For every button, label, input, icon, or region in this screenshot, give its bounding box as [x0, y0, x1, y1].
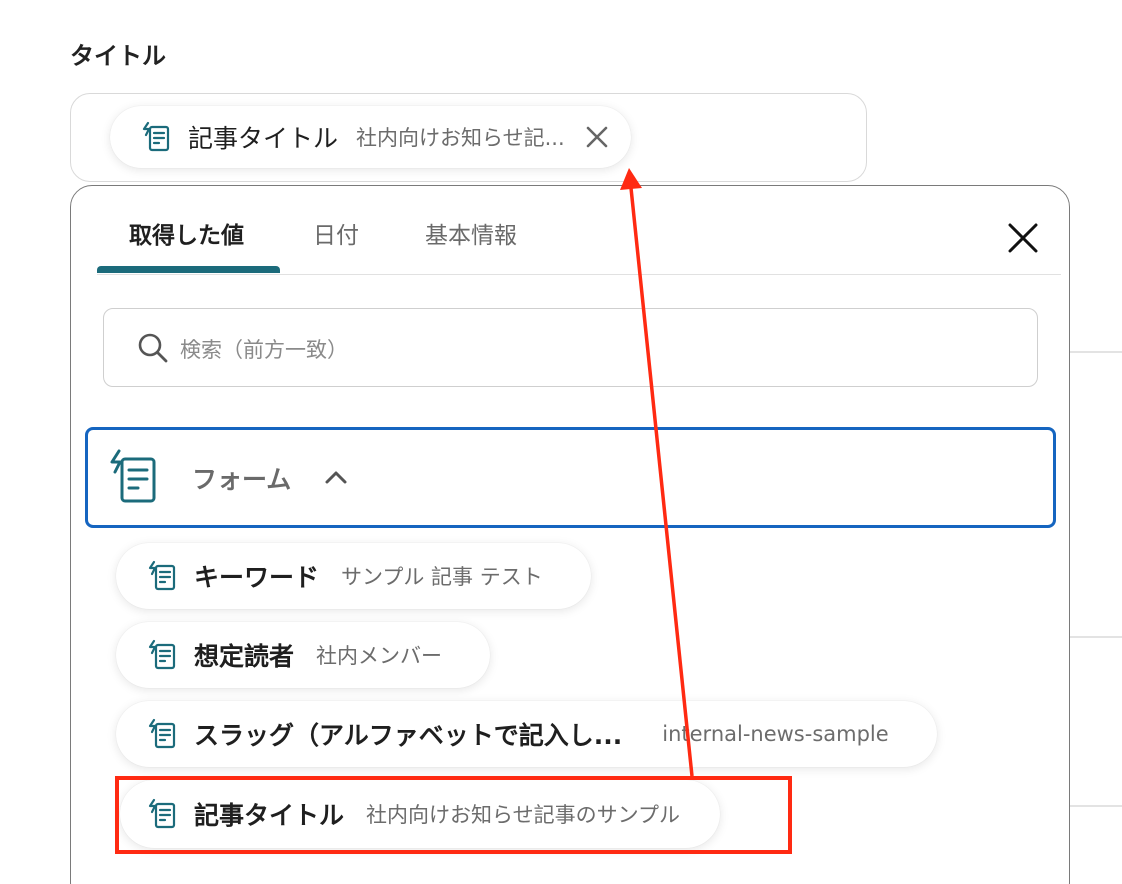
active-tab-indicator — [97, 266, 280, 273]
list-item[interactable]: キーワード サンプル 記事 テスト — [116, 543, 591, 609]
form-icon — [140, 120, 174, 154]
close-icon[interactable] — [1003, 218, 1043, 258]
item-name: スラッグ（アルファベットで記入し... — [194, 721, 623, 750]
chip-value: 社内向けお知らせ記... — [356, 126, 565, 150]
item-value: 社内メンバー — [316, 644, 443, 668]
tab-basic-info[interactable]: 基本情報 — [425, 216, 517, 250]
list-item[interactable]: 想定読者 社内メンバー — [116, 622, 491, 688]
selected-value-chip[interactable]: 記事タイトル 社内向けお知らせ記... — [110, 106, 631, 168]
search-input[interactable]: 検索（前方一致） — [103, 308, 1038, 387]
divider — [1070, 636, 1122, 638]
search-icon — [136, 331, 170, 365]
item-name: キーワード — [194, 563, 320, 592]
item-name: 想定読者 — [194, 642, 295, 671]
search-placeholder: 検索（前方一致） — [180, 338, 348, 362]
form-icon — [106, 447, 162, 507]
divider — [1070, 805, 1122, 807]
form-icon — [146, 638, 180, 672]
chevron-up-icon[interactable] — [324, 468, 348, 486]
item-value: サンプル 記事 テスト — [341, 565, 543, 589]
tab-bar: 取得した値 日付 基本情報 — [97, 186, 1061, 275]
item-value: internal-news-sample — [662, 722, 889, 746]
form-group-header[interactable]: フォーム — [85, 427, 1056, 528]
screen: タイトル 記事タイトル 社内向けお知らせ記... 取得した値 日付 基本情報 検… — [0, 0, 1122, 884]
chip-name: 記事タイトル — [188, 124, 339, 153]
list-item[interactable]: スラッグ（アルファベットで記入し... internal-news-sample — [116, 701, 937, 767]
field-label: タイトル — [70, 42, 166, 70]
group-label: フォーム — [192, 465, 292, 494]
tab-date[interactable]: 日付 — [313, 216, 359, 250]
close-icon[interactable] — [583, 123, 611, 151]
form-icon — [146, 559, 180, 593]
divider — [1070, 351, 1122, 353]
tab-acquired-values[interactable]: 取得した値 — [129, 216, 244, 250]
form-icon — [146, 717, 180, 751]
annotation-highlight-box — [115, 776, 792, 854]
